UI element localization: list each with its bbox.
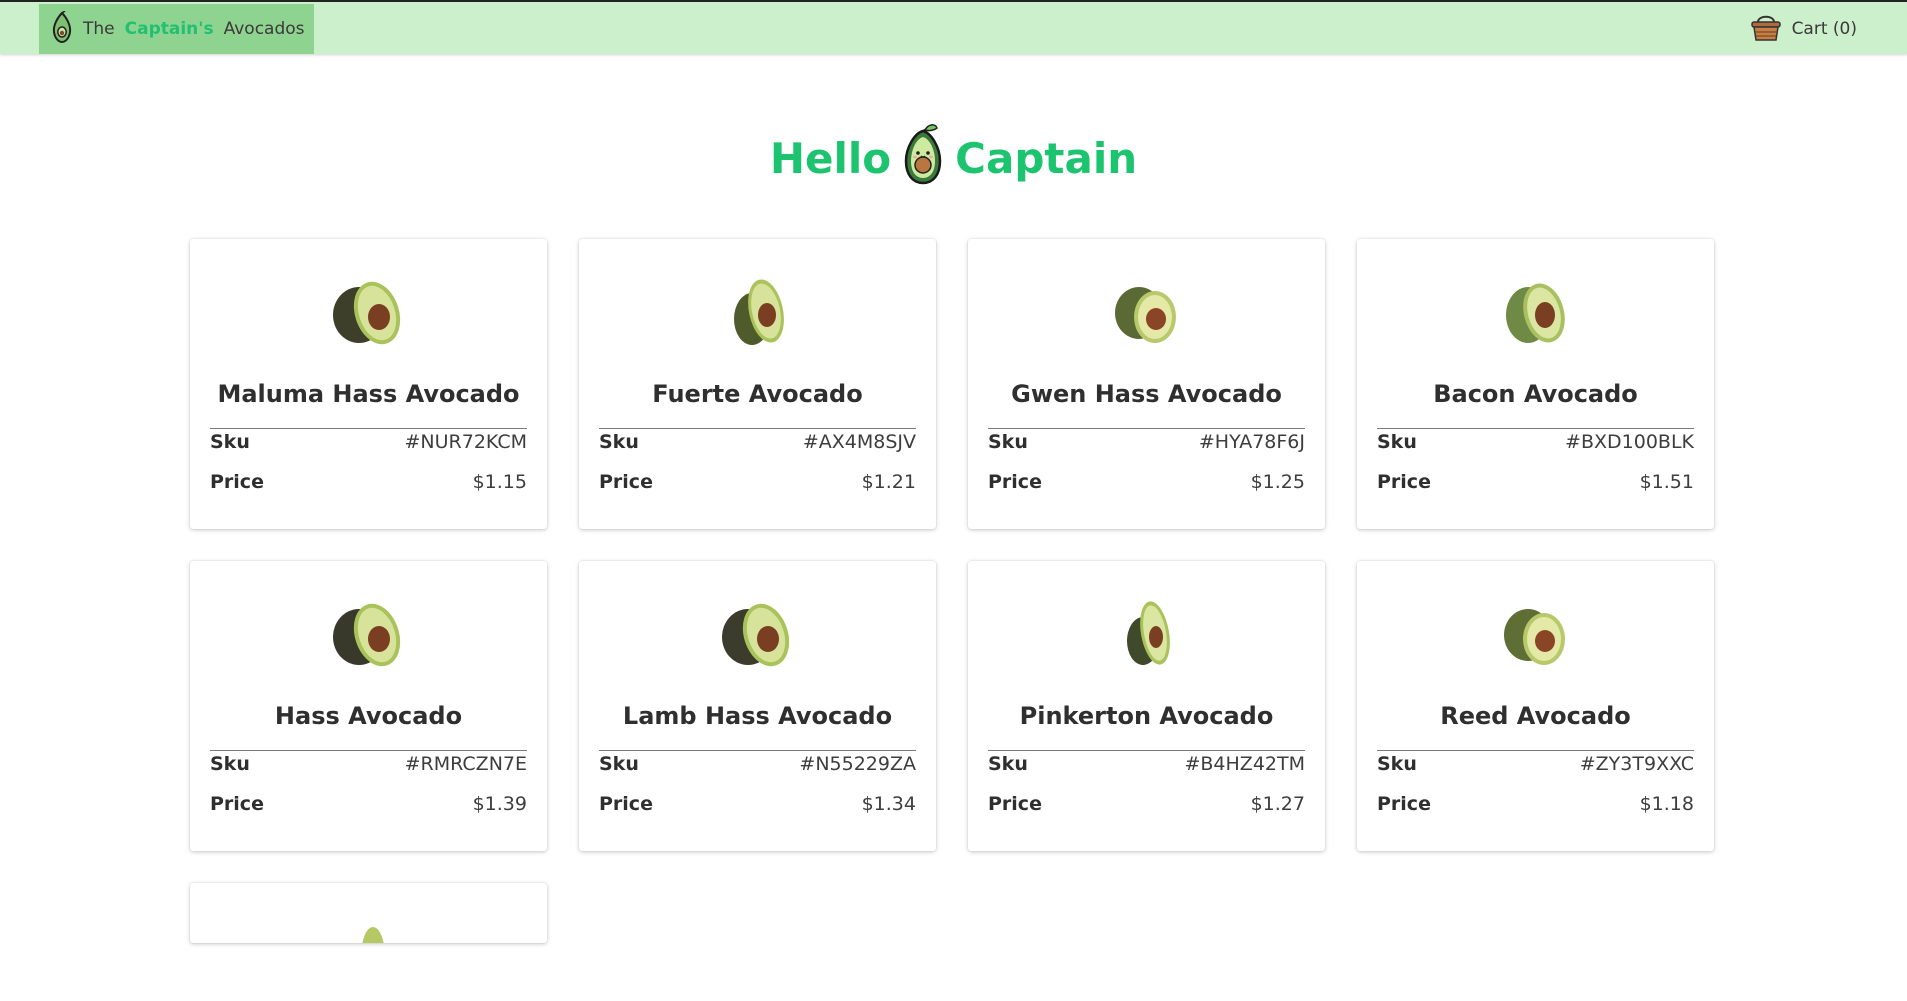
sku-value: #B4HZ42TM (1184, 753, 1305, 775)
brand-suffix: Avocados (223, 19, 305, 39)
sku-value: #RMRCZN7E (404, 753, 527, 775)
avocado-mascot-icon (903, 123, 943, 195)
hero-word-left: Hello (769, 133, 892, 183)
sku-row: Sku #AX4M8SJV (599, 429, 916, 455)
basket-icon (1750, 12, 1782, 47)
product-card[interactable]: Fuerte Avocado Sku #AX4M8SJV Price $1.21 (579, 239, 936, 529)
price-label: Price (988, 471, 1042, 493)
price-value: $1.39 (472, 793, 527, 815)
sku-row: Sku #B4HZ42TM (988, 751, 1305, 777)
avocado-logo-icon (51, 9, 73, 48)
sku-label: Sku (988, 431, 1028, 453)
hero-word-right: Captain (955, 133, 1138, 183)
product-card[interactable]: Reed Avocado Sku #ZY3T9XXC Price $1.18 (1357, 561, 1714, 851)
sku-label: Sku (1377, 753, 1417, 775)
sku-value: #ZY3T9XXC (1579, 753, 1694, 775)
hero-heading: Hello Captain (0, 118, 1907, 198)
avocado-image-icon (1105, 269, 1189, 353)
product-card[interactable]: Bacon Avocado Sku #BXD100BLK Price $1.51 (1357, 239, 1714, 529)
product-name: Gwen Hass Avocado (1011, 380, 1282, 408)
price-value: $1.34 (861, 793, 916, 815)
product-name: Reed Avocado (1440, 702, 1631, 730)
price-label: Price (599, 793, 653, 815)
sku-label: Sku (599, 431, 639, 453)
product-card[interactable]: Hass Avocado Sku #RMRCZN7E Price $1.39 (190, 561, 547, 851)
product-name: Maluma Hass Avocado (217, 380, 520, 408)
product-name: Fuerte Avocado (652, 380, 863, 408)
product-card[interactable]: Pinkerton Avocado Sku #B4HZ42TM Price $1… (968, 561, 1325, 851)
product-name: Bacon Avocado (1433, 380, 1638, 408)
product-grid: Maluma Hass Avocado Sku #NUR72KCM Price … (190, 239, 1715, 987)
price-label: Price (210, 471, 264, 493)
sku-label: Sku (988, 753, 1028, 775)
sku-label: Sku (210, 753, 250, 775)
top-navbar: The Captain's Avocados Cart (0) (0, 0, 1907, 54)
brand-home-link[interactable]: The Captain's Avocados (39, 4, 314, 54)
product-name: Lamb Hass Avocado (622, 702, 893, 730)
product-name: Pinkerton Avocado (1019, 702, 1274, 730)
sku-row: Sku #BXD100BLK (1377, 429, 1694, 455)
sku-value: #AX4M8SJV (802, 431, 916, 453)
price-row: Price $1.18 (1377, 791, 1694, 817)
sku-row: Sku #N55229ZA (599, 751, 916, 777)
price-value: $1.18 (1639, 793, 1694, 815)
price-value: $1.21 (861, 471, 916, 493)
sku-value: #BXD100BLK (1565, 431, 1694, 453)
avocado-image-icon (716, 269, 800, 353)
price-label: Price (210, 793, 264, 815)
price-row: Price $1.15 (210, 469, 527, 495)
price-row: Price $1.25 (988, 469, 1305, 495)
avocado-image-icon (327, 591, 411, 675)
price-label: Price (599, 471, 653, 493)
price-label: Price (1377, 793, 1431, 815)
avocado-image-icon (327, 269, 411, 353)
sku-label: Sku (1377, 431, 1417, 453)
brand-highlight: Captain's (124, 19, 214, 39)
price-value: $1.15 (472, 471, 527, 493)
cart-label: Cart (0) (1791, 19, 1857, 39)
price-label: Price (1377, 471, 1431, 493)
sku-value: #N55229ZA (799, 753, 916, 775)
price-row: Price $1.34 (599, 791, 916, 817)
brand-prefix: The (83, 19, 115, 39)
price-label: Price (988, 793, 1042, 815)
product-card[interactable]: Gwen Hass Avocado Sku #HYA78F6J Price $1… (968, 239, 1325, 529)
product-card[interactable]: Lamb Hass Avocado Sku #N55229ZA Price $1… (579, 561, 936, 851)
avocado-image-icon (716, 591, 800, 675)
sku-value: #HYA78F6J (1198, 431, 1305, 453)
price-row: Price $1.39 (210, 791, 527, 817)
sku-label: Sku (599, 753, 639, 775)
price-value: $1.27 (1250, 793, 1305, 815)
avocado-image-icon (327, 917, 411, 1001)
price-value: $1.25 (1250, 471, 1305, 493)
price-row: Price $1.27 (988, 791, 1305, 817)
product-card[interactable]: Maluma Hass Avocado Sku #NUR72KCM Price … (190, 239, 547, 529)
sku-row: Sku #NUR72KCM (210, 429, 527, 455)
sku-label: Sku (210, 431, 250, 453)
sku-row: Sku #HYA78F6J (988, 429, 1305, 455)
avocado-image-icon (1494, 591, 1578, 675)
avocado-image-icon (1494, 269, 1578, 353)
price-row: Price $1.51 (1377, 469, 1694, 495)
sku-row: Sku #ZY3T9XXC (1377, 751, 1694, 777)
sku-value: #NUR72KCM (404, 431, 528, 453)
sku-row: Sku #RMRCZN7E (210, 751, 527, 777)
price-row: Price $1.21 (599, 469, 916, 495)
product-name: Hass Avocado (274, 702, 463, 730)
product-card-partial[interactable] (190, 883, 547, 987)
price-value: $1.51 (1639, 471, 1694, 493)
avocado-image-icon (1105, 591, 1189, 675)
cart-button[interactable]: Cart (0) (1750, 13, 1857, 45)
